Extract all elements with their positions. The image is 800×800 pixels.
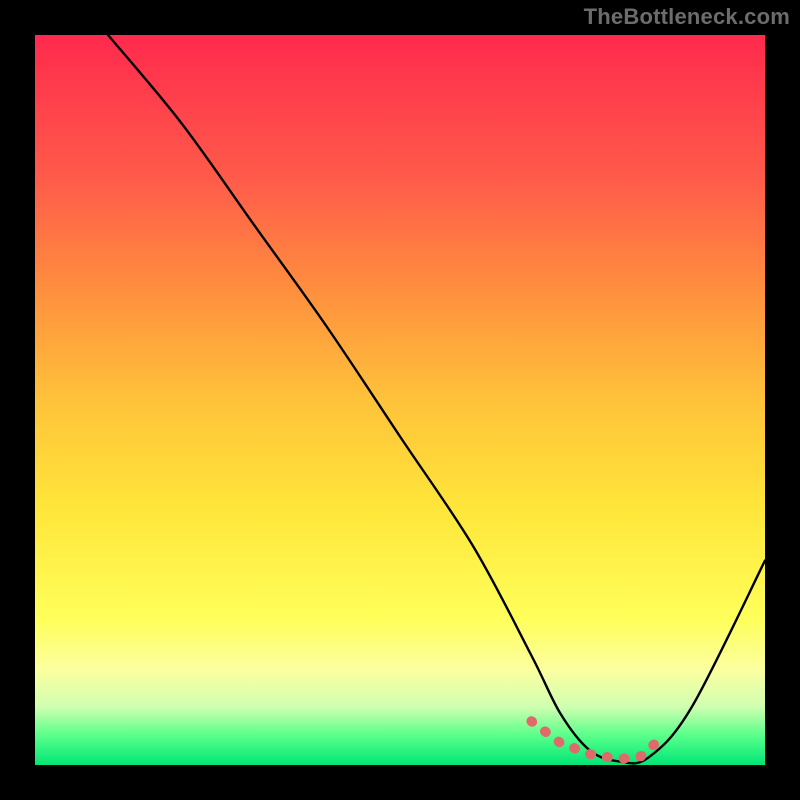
curve-layer: [35, 35, 765, 765]
watermark-text: TheBottleneck.com: [584, 4, 790, 30]
bottleneck-curve: [108, 35, 765, 763]
optimal-zone-marker: [531, 721, 655, 759]
chart-frame: TheBottleneck.com: [0, 0, 800, 800]
plot-area: [35, 35, 765, 765]
